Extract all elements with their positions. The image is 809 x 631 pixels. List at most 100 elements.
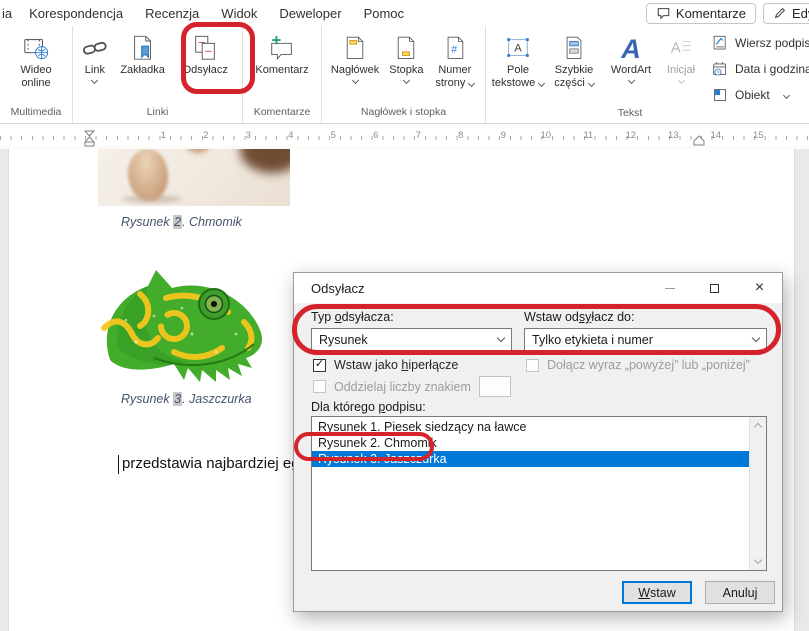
bookmark-icon	[129, 31, 157, 64]
footer-button[interactable]: Stopka	[384, 28, 429, 87]
list-item-figure-3[interactable]: Rysunek 3. Jaszczurka	[312, 451, 749, 467]
header-button[interactable]: Nagłówek	[326, 28, 384, 87]
scroll-down-icon[interactable]	[750, 553, 766, 570]
chevron-down-icon	[538, 80, 545, 87]
bookmark-button[interactable]: Zakładka	[113, 28, 173, 77]
separate-numbers-label: Oddzielaj liczby znakiem	[334, 380, 471, 394]
maximize-button[interactable]	[692, 273, 737, 303]
dialog-title: Odsyłacz	[311, 281, 364, 296]
close-icon: ×	[755, 280, 764, 296]
comment-plus-icon	[267, 31, 297, 64]
ruler-numbers: 123 456 789 101112 131415	[142, 130, 780, 141]
tab-pomoc[interactable]: Pomoc	[353, 6, 415, 21]
insert-reference-to-combobox[interactable]: Tylko etykieta i numer	[524, 328, 767, 351]
editing-button[interactable]: Edy	[763, 3, 809, 24]
field-shading: 2	[173, 215, 182, 229]
close-button[interactable]: ×	[737, 273, 782, 303]
chevron-down-icon	[627, 77, 634, 84]
text-box-button[interactable]: A Pole tekstowe	[490, 28, 546, 90]
tab-deweloper[interactable]: Deweloper	[268, 6, 352, 21]
video-online-button[interactable]: Wideo online	[4, 28, 68, 90]
for-which-caption-label: Dla którego podpisu:	[311, 400, 426, 414]
list-item-figure-1[interactable]: Rysunek 1. Piesek siedzący na ławce	[312, 419, 749, 435]
insert-reference-to-value: Tylko etykieta i numer	[532, 333, 653, 347]
hyperlink-checkbox[interactable]: ✓	[313, 359, 326, 372]
link-icon	[80, 31, 110, 64]
chevron-down-icon	[677, 77, 684, 84]
reference-type-combobox[interactable]: Rysunek	[311, 328, 512, 351]
reference-type-value: Rysunek	[319, 333, 368, 347]
comment-bubble-icon	[656, 6, 671, 20]
date-time-label: Data i godzina	[735, 62, 809, 76]
tab-widok[interactable]: Widok	[210, 6, 268, 21]
caption-figure-3[interactable]: Rysunek 3. Jaszczurka	[121, 392, 252, 406]
link-label: Link	[85, 64, 105, 77]
scroll-up-icon[interactable]	[750, 417, 766, 434]
separate-numbers-row: Oddzielaj liczby znakiem	[313, 376, 511, 397]
video-online-icon	[21, 31, 51, 64]
date-time-icon	[712, 61, 729, 78]
group-label-tekst: Tekst	[490, 105, 770, 123]
check-icon: ✓	[315, 359, 324, 370]
page-number-button[interactable]: # Numer strony	[429, 28, 481, 90]
chevron-down-icon[interactable]	[746, 329, 766, 350]
cross-reference-button[interactable]: Odsyłacz	[172, 28, 238, 77]
body-text: przedstawia najbardziej egzo	[122, 455, 315, 472]
tab-recenzja[interactable]: Recenzja	[134, 6, 210, 21]
date-time-button[interactable]: Data i godzina	[712, 59, 809, 79]
listbox-scrollbar[interactable]	[749, 417, 766, 570]
hamster-image-food-blob	[186, 149, 210, 153]
chameleon-image[interactable]	[96, 264, 284, 391]
comments-button[interactable]: Komentarze	[646, 3, 756, 24]
link-button[interactable]: Link	[77, 28, 113, 87]
group-label-multimedia: Multimedia	[4, 104, 68, 123]
quick-parts-button[interactable]: Szybkie części	[546, 28, 602, 90]
tab-partial[interactable]: ia	[0, 6, 18, 21]
separator-input	[479, 376, 511, 397]
object-button[interactable]: Obiekt	[712, 85, 809, 105]
svg-text:#: #	[451, 44, 457, 55]
tab-korespondencja[interactable]: Korespondencja	[18, 6, 134, 21]
header-icon	[342, 31, 368, 64]
caption-listbox[interactable]: Rysunek 1. Piesek siedzący na ławce Rysu…	[311, 416, 767, 571]
include-above-below-row: Dołącz wyraz „powyżej” lub „poniżej”	[526, 358, 750, 372]
cancel-button[interactable]: Anuluj	[705, 581, 775, 604]
signature-line-button[interactable]: Wiersz podpisu	[712, 33, 809, 53]
indent-marker-left[interactable]	[84, 130, 95, 147]
text-box-icon: A	[503, 31, 533, 64]
page-number-icon: #	[442, 31, 468, 64]
hamster-image-hand-blob	[240, 149, 290, 173]
text-cursor	[118, 455, 119, 474]
wordart-button[interactable]: A WordArt	[602, 28, 660, 87]
hamster-image[interactable]	[98, 149, 290, 206]
dialog-title-bar[interactable]: Odsyłacz ×	[294, 273, 782, 303]
insert-as-hyperlink-row: ✓ Wstaw jako hiperłącze	[313, 358, 458, 372]
separate-numbers-checkbox	[313, 380, 326, 393]
include-above-below-checkbox	[526, 359, 539, 372]
text-box-label-2: tekstowe	[492, 77, 535, 90]
svg-text:A: A	[514, 42, 522, 54]
new-comment-button[interactable]: Komentarz	[247, 28, 317, 77]
chevron-down-icon	[468, 80, 475, 87]
caption-figure-2[interactable]: Rysunek 2. Chmomik	[121, 215, 242, 229]
insert-button[interactable]: Wstaw	[622, 581, 692, 604]
maximize-icon	[710, 284, 719, 293]
bookmark-label: Zakładka	[120, 64, 165, 77]
reference-type-label: Typ odsyłacza:	[311, 310, 394, 324]
ribbon-group-naglowek-i-stopka: Nagłówek Stopka	[322, 26, 486, 123]
hyperlink-checkbox-label: Wstaw jako hiperłącze	[334, 358, 458, 372]
group-label-komentarze: Komentarze	[247, 104, 317, 123]
chevron-down-icon[interactable]	[491, 329, 511, 350]
list-item-figure-2[interactable]: Rysunek 2. Chmomik	[312, 435, 749, 451]
body-paragraph[interactable]: przedstawia najbardziej egzo	[118, 455, 315, 474]
page-number-label-1: Numer	[438, 64, 471, 77]
ribbon-group-tekst: A Pole tekstowe Szybkie c	[486, 26, 809, 123]
pencil-icon	[773, 6, 787, 20]
ribbon: Wideo online Multimedia Link	[0, 26, 809, 124]
wordart-label: WordArt	[611, 64, 651, 77]
footer-label: Stopka	[389, 64, 423, 77]
ribbon-group-komentarze: Komentarz Komentarze	[243, 26, 322, 123]
indent-marker-right[interactable]	[693, 135, 705, 146]
page-number-label-2: strony	[435, 77, 465, 90]
quick-parts-label-2: części	[554, 77, 585, 90]
